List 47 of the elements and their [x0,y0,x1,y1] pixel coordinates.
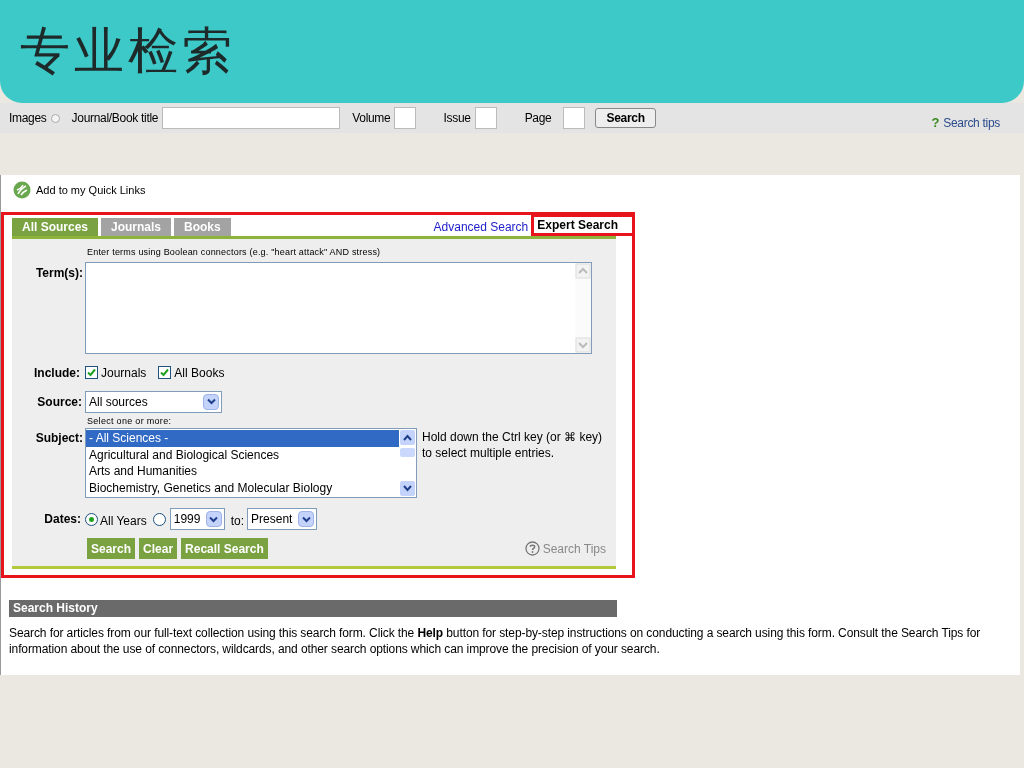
help-icon: ? [931,113,940,133]
page-label: Page [524,110,552,127]
subject-option[interactable]: Biochemistry, Genetics and Molecular Biology [86,479,399,496]
include-label: Include: [33,364,81,382]
search-button[interactable]: Search [595,108,656,128]
dates-label: Dates: [43,511,82,528]
search-mode-link[interactable]: Advanced Search [430,218,532,236]
radio-button[interactable] [152,512,166,526]
quick-links-icon [13,181,31,199]
year-from-dropdown[interactable]: 1999 [169,508,225,530]
search-help-text: Search for articles from our full-text collection using this search form. Click the Help button for step-by-step instructions on conducting a search using this form. Consult the Search Tips for information about the use of connectors, wildcards, and other search options which can improve the precision of your search. [9,625,982,657]
checkbox[interactable] [85,366,98,379]
subject-hint: Select one or more: [86,414,173,428]
journal-title-field[interactable] [162,107,341,129]
slide-title: 专业检索 [20,21,236,82]
quick-links-text[interactable]: Add to my Quick Links [36,181,146,199]
source-label: Source: [36,393,83,411]
page-field[interactable] [563,107,586,129]
subject-listbox[interactable]: - All Sciences - Agricultural and Biological Sciences Arts and Humanities Biochemistry, Genetics and Molecular Biology [85,428,417,498]
volume-field[interactable] [394,107,417,129]
checkbox[interactable] [158,366,172,379]
search-mode-link[interactable]: Expert Search [531,214,635,236]
journal-title-label: Journal/Book title [71,110,159,127]
subject-note: Hold down the Ctrl key (or ⌘ key) to select multiple entries. [422,429,604,462]
checkbox-label[interactable]: Journals [101,363,147,382]
radio-button[interactable] [85,512,98,526]
terms-field[interactable] [85,261,592,354]
checkbox-label[interactable]: All Books [174,363,225,382]
year-to-dropdown[interactable]: Present [247,508,318,530]
scrollbar [399,429,416,497]
subject-option[interactable]: Arts and Humanities [86,463,399,480]
source-dropdown[interactable]: All sources [85,390,222,413]
search-history-header: Search History [9,600,617,617]
subject-label: Subject: [34,430,84,447]
help-icon [524,541,540,556]
subject-option[interactable]: Agricultural and Biological Sciences [86,446,399,463]
terms-label: Term(s): [34,264,84,282]
images-radio[interactable] [50,113,60,123]
to-label: to: [230,512,245,530]
search-tips-link[interactable]: Search tips [943,114,1000,132]
radio-label[interactable]: All Years [100,511,147,530]
volume-label: Volume [352,110,391,127]
subject-option[interactable]: - All Sciences - [86,430,399,447]
boolean-hint: Enter terms using Boolean connectors (e.g. "heart attack" AND stress) [86,246,382,259]
issue-label: Issue [443,110,471,127]
issue-field[interactable] [474,107,497,129]
images-label: Images [9,110,47,127]
